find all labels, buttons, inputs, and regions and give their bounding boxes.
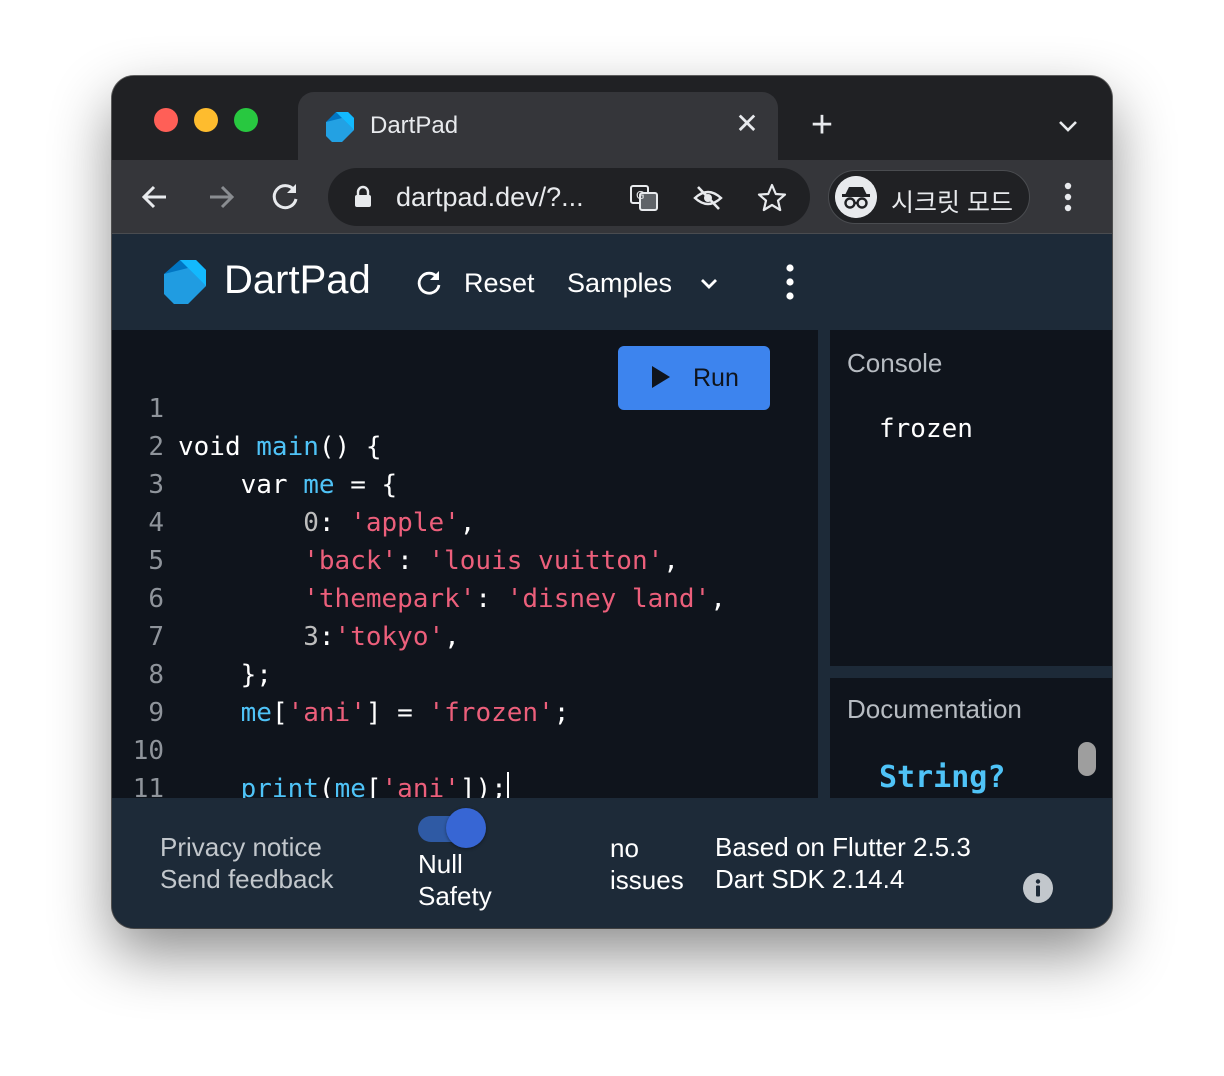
refresh-icon[interactable] — [414, 268, 444, 298]
code-line[interactable]: 5 'themepark': 'disney land', — [112, 504, 726, 614]
arrow-left-icon[interactable] — [136, 178, 174, 216]
translate-icon[interactable]: G — [628, 182, 660, 214]
tab-strip: DartPad ✕ + — [112, 76, 1112, 160]
arrow-right-icon[interactable] — [202, 178, 240, 216]
dart-logo-icon — [326, 112, 354, 142]
null-safety-label: Null Safety — [418, 849, 492, 911]
code-lines[interactable]: 1 void main() { 2 var me = { 3 0: 'apple… — [112, 352, 726, 842]
chevron-down-icon[interactable] — [1052, 110, 1084, 142]
chevron-down-icon[interactable] — [696, 271, 722, 297]
code-line[interactable]: 11 } — [112, 732, 237, 842]
lock-icon[interactable] — [350, 184, 376, 210]
incognito-label: 시크릿 모드 — [891, 189, 1013, 217]
code-line[interactable]: 9 — [112, 656, 237, 728]
documentation-panel: Documentation String? — [830, 678, 1112, 798]
documentation-type: String? — [879, 760, 1006, 795]
play-icon — [652, 366, 670, 388]
more-vert-icon[interactable] — [778, 262, 802, 302]
vertical-splitter[interactable] — [818, 330, 830, 798]
horizontal-splitter[interactable] — [830, 666, 1112, 678]
plus-icon[interactable]: + — [802, 106, 842, 146]
dartpad-title: DartPad — [224, 258, 371, 302]
incognito-icon — [835, 176, 877, 218]
kebab-menu-icon[interactable] — [1052, 178, 1084, 216]
flutter-version: Based on Flutter 2.5.3 — [715, 832, 971, 862]
incognito-profile-chip[interactable]: 시크릿 모드 — [828, 170, 1030, 224]
tab-dartpad[interactable]: DartPad ✕ — [298, 92, 778, 160]
reload-icon[interactable] — [266, 178, 304, 216]
console-output: frozen — [879, 414, 973, 444]
null-safety-toggle[interactable] — [418, 808, 486, 848]
tab-title: DartPad — [370, 112, 459, 139]
code-line[interactable]: 1 void main() { — [112, 352, 381, 462]
code-line[interactable]: 2 var me = { — [112, 390, 397, 500]
code-editor[interactable]: 1 void main() { 2 var me = { 3 0: 'apple… — [112, 330, 818, 842]
close-icon[interactable]: ✕ — [732, 109, 762, 139]
documentation-scrollbar[interactable] — [1078, 742, 1096, 776]
window-zoom-button[interactable] — [234, 108, 258, 132]
status-footer: Privacy notice Send feedback Null Safety… — [112, 798, 1112, 928]
eye-off-icon[interactable] — [692, 182, 724, 214]
code-line[interactable]: 6 3:'tokyo', — [112, 542, 459, 652]
dart-sdk-version: Dart SDK 2.14.4 — [715, 864, 905, 894]
send-feedback-link[interactable]: Send feedback — [160, 864, 333, 895]
toggle-thumb[interactable] — [446, 808, 486, 848]
window-minimize-button[interactable] — [194, 108, 218, 132]
window-close-button[interactable] — [154, 108, 178, 132]
samples-dropdown[interactable]: Samples — [567, 268, 672, 299]
code-line[interactable]: 7 }; — [112, 580, 272, 690]
url-text[interactable]: dartpad.dev/?... — [396, 182, 584, 213]
star-icon[interactable] — [756, 182, 788, 214]
code-line[interactable]: 4 'back': 'louis vuitton', — [112, 466, 679, 576]
console-title: Console — [847, 348, 943, 378]
code-line[interactable]: 8 me['ani'] = 'frozen'; — [112, 618, 569, 728]
address-bar[interactable]: dartpad.dev/?... G — [328, 168, 810, 226]
console-panel: Console frozen — [830, 330, 1112, 666]
code-line[interactable]: 10 print(me['ani']); — [112, 694, 509, 804]
browser-window: DartPad ✕ + dartpad.dev/?... G 시크릿 모드 Da… — [112, 76, 1112, 928]
code-line[interactable]: 3 0: 'apple', — [112, 428, 475, 538]
reset-button[interactable]: Reset — [464, 268, 535, 299]
dart-logo-icon — [164, 260, 206, 304]
info-icon[interactable] — [1022, 872, 1054, 904]
run-button[interactable]: Run — [618, 346, 770, 410]
issues-status: no issues — [610, 833, 684, 895]
documentation-title: Documentation — [847, 694, 1022, 724]
svg-text:G: G — [636, 189, 645, 202]
privacy-notice-link[interactable]: Privacy notice — [160, 832, 322, 863]
run-label: Run — [693, 364, 739, 392]
dartpad-app-bar: DartPad Reset Samples — [112, 234, 1112, 330]
browser-toolbar: dartpad.dev/?... G 시크릿 모드 — [112, 160, 1112, 234]
